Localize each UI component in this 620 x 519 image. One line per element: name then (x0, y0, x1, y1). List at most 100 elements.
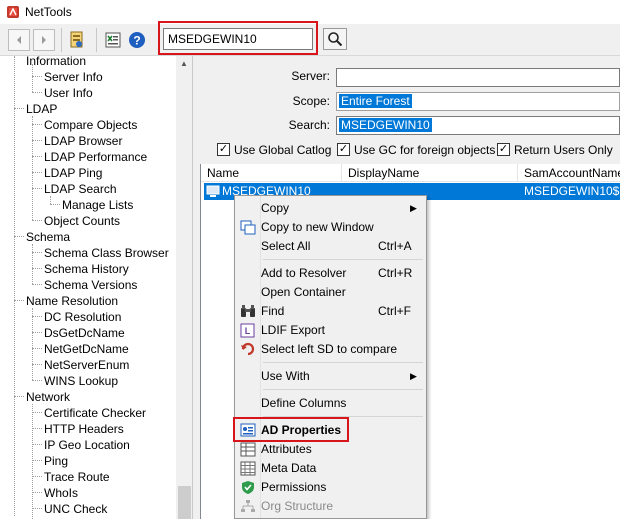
app-icon (7, 6, 19, 18)
tree-guide (14, 108, 24, 109)
menu-item-org-structure-label: Org Structure (261, 499, 334, 513)
menu-item-attributes-label: Attributes (261, 442, 312, 456)
shield-icon (242, 481, 254, 494)
tree-node-whois[interactable]: WhoIs (44, 485, 78, 501)
tree-node-ldap-performance[interactable]: LDAP Performance (44, 149, 147, 165)
menu-item-select-all[interactable]: Select All Ctrl+A (235, 237, 426, 256)
tree-node-user-info[interactable]: User Info (44, 85, 93, 101)
menu-item-select-all-label: Select All (261, 239, 311, 253)
column-header-name[interactable]: Name (201, 164, 342, 182)
tree-node-netserverenum[interactable]: NetServerEnum (44, 357, 129, 373)
menu-item-permissions[interactable]: Permissions (235, 478, 426, 497)
magnifier-icon (328, 32, 343, 47)
menu-item-open-container-label: Open Container (261, 285, 346, 299)
tree-scrollbar[interactable]: ▲ (176, 56, 192, 519)
menu-item-org-structure[interactable]: Org Structure (235, 497, 426, 516)
row-sam-cell: MSEDGEWIN10$ (524, 184, 620, 198)
tree-guide (50, 196, 51, 204)
search-button[interactable] (323, 28, 347, 50)
menu-item-add-to-resolver[interactable]: Add to Resolver Ctrl+R (235, 264, 426, 283)
column-header-displayname[interactable]: DisplayName (342, 164, 518, 182)
export-excel-button[interactable] (102, 29, 124, 51)
use-gc-foreign-checkbox[interactable]: ✓ (337, 143, 350, 156)
scrollbar-thumb[interactable] (178, 486, 191, 519)
scope-field[interactable]: Entire Forest (336, 92, 620, 111)
navigation-tree[interactable]: Information Server Info User Info LDAP C… (0, 56, 193, 519)
tree-node-schema-versions[interactable]: Schema Versions (44, 277, 137, 293)
metadata-grid-icon (240, 461, 256, 476)
tree-guide (32, 124, 42, 125)
tree-node-ip-geo-location[interactable]: IP Geo Location (44, 437, 130, 453)
tree-node-schema[interactable]: Schema (26, 229, 70, 245)
tree-guide (32, 348, 42, 349)
tree-node-trace-route[interactable]: Trace Route (44, 469, 110, 485)
tree-node-dc-resolution[interactable]: DC Resolution (44, 309, 121, 325)
search-highlight-box (158, 21, 318, 55)
tree-node-compare-objects[interactable]: Compare Objects (44, 117, 137, 133)
menu-item-copy-new-window[interactable]: Copy to new Window (235, 218, 426, 237)
tree-node-manage-lists[interactable]: Manage Lists (62, 197, 133, 213)
use-global-catalog-checkbox[interactable]: ✓ (217, 143, 230, 156)
toolbar-separator (96, 28, 97, 52)
return-users-only-checkbox[interactable]: ✓ (497, 143, 510, 156)
tree-node-netgetdcname[interactable]: NetGetDcName (44, 341, 129, 357)
tree-node-schema-history[interactable]: Schema History (44, 261, 129, 277)
tree-node-ldap-ping[interactable]: LDAP Ping (44, 165, 102, 181)
use-global-catalog-label: Use Global Catlog (234, 143, 332, 157)
column-header-samaccountname[interactable]: SamAccountName (518, 164, 620, 182)
tree-guide (32, 508, 42, 509)
help-button[interactable]: ? (126, 29, 148, 51)
menu-item-ldif-export[interactable]: L LDIF Export (235, 321, 426, 340)
menu-separator (263, 259, 423, 260)
tree-node-unc-check[interactable]: UNC Check (44, 501, 107, 517)
tree-node-ping[interactable]: Ping (44, 453, 68, 469)
menu-item-open-container[interactable]: Open Container (235, 283, 426, 302)
tree-node-ldap[interactable]: LDAP (26, 101, 57, 117)
tree-guide (32, 92, 42, 93)
tree-node-information[interactable]: Information (26, 56, 86, 69)
menu-item-select-left-sd[interactable]: Select left SD to compare (235, 340, 426, 359)
back-arrow-icon (17, 36, 21, 44)
toolbar-separator (61, 28, 62, 52)
menu-item-ldif-export-label: LDIF Export (261, 323, 326, 337)
tree-guide (32, 380, 42, 381)
options-button[interactable] (66, 29, 88, 51)
forward-arrow-icon (42, 36, 46, 44)
excel-list-icon (105, 32, 121, 48)
forward-button[interactable] (33, 29, 55, 51)
tree-guide (32, 140, 42, 141)
tree-guide (14, 56, 15, 516)
menu-item-find[interactable]: Find Ctrl+F (235, 302, 426, 321)
back-button[interactable] (8, 29, 30, 51)
tree-node-network[interactable]: Network (26, 389, 70, 405)
menu-item-meta-data[interactable]: Meta Data (235, 459, 426, 478)
menu-item-copy-new-window-label: Copy to new Window (261, 220, 374, 234)
shortcut-text: Ctrl+A (378, 239, 412, 253)
menu-item-attributes[interactable]: Attributes (235, 440, 426, 459)
scroll-up-icon[interactable]: ▲ (180, 59, 188, 68)
menu-item-define-columns[interactable]: Define Columns (235, 394, 426, 413)
tree-node-server-info[interactable]: Server Info (44, 69, 103, 85)
tree-guide (32, 268, 42, 269)
tree-guide (32, 332, 42, 333)
tree-node-object-counts[interactable]: Object Counts (44, 213, 120, 229)
tree-node-schema-class-browser[interactable]: Schema Class Browser (44, 245, 169, 261)
search-field[interactable]: MSEDGEWIN10 (336, 116, 620, 135)
tree-guide (32, 316, 42, 317)
server-field[interactable] (336, 68, 620, 87)
tree-node-certificate-checker[interactable]: Certificate Checker (44, 405, 146, 421)
tree-guide (32, 492, 42, 493)
tree-node-wins-lookup[interactable]: WINS Lookup (44, 373, 118, 389)
menu-item-define-columns-label: Define Columns (261, 396, 347, 410)
submenu-arrow-icon: ▶ (410, 203, 417, 213)
tree-node-ldap-search[interactable]: LDAP Search (44, 181, 117, 197)
grid-header: Name DisplayName SamAccountName (201, 164, 620, 182)
menu-item-meta-data-label: Meta Data (261, 461, 317, 475)
tree-node-http-headers[interactable]: HTTP Headers (44, 421, 124, 437)
tree-node-ldap-browser[interactable]: LDAP Browser (44, 133, 122, 149)
tree-node-dsgetdcname[interactable]: DsGetDcName (44, 325, 125, 341)
tree-node-name-resolution[interactable]: Name Resolution (26, 293, 118, 309)
menu-item-copy[interactable]: Copy ▶ (235, 199, 426, 218)
tree-guide (32, 444, 42, 445)
menu-item-use-with[interactable]: Use With ▶ (235, 367, 426, 386)
